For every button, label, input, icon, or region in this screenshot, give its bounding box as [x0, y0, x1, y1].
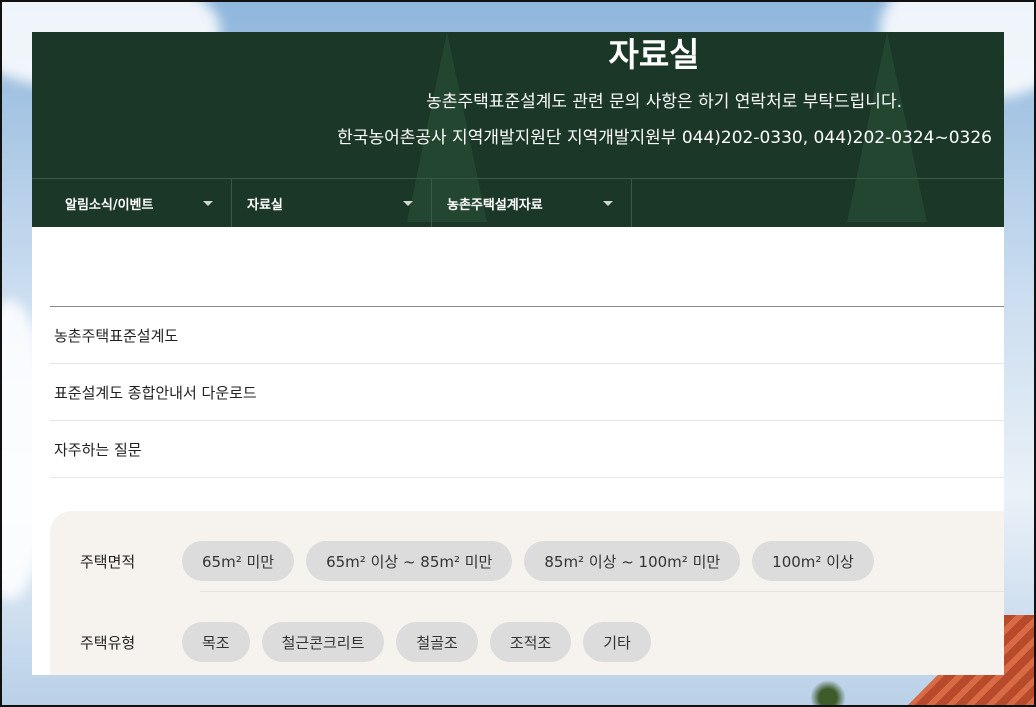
- chevron-down-icon: [603, 200, 613, 206]
- filter-chip-type[interactable]: 철골조: [396, 622, 478, 662]
- content-panel: 자료실 농촌주택표준설계도 관련 문의 사항은 하기 연락처로 부탁드립니다. …: [32, 32, 1004, 675]
- filter-chip-type[interactable]: 철근콘크리트: [261, 622, 385, 662]
- page-title: 자료실: [608, 35, 700, 74]
- chevron-down-icon: [403, 200, 413, 206]
- submenu-item-standard-design[interactable]: 농촌주택표준설계도: [50, 307, 1004, 364]
- filter-divider: [200, 591, 1004, 592]
- filter-panel: 주택면적 65m² 미만 65m² 이상 ~ 85m² 미만 85m² 이상 ~…: [50, 511, 1004, 675]
- nav-dropdown-label: 알림소식/이벤트: [65, 197, 154, 213]
- submenu-list: 농촌주택표준설계도 표준설계도 종합안내서 다운로드 자주하는 질문: [50, 306, 1004, 478]
- hero-notice-text: 농촌주택표준설계도 관련 문의 사항은 하기 연락처로 부탁드립니다.: [426, 92, 902, 112]
- filter-chip-area[interactable]: 100m² 이상: [752, 541, 874, 581]
- filter-chip-type[interactable]: 기타: [583, 622, 651, 662]
- submenu-item-guide-download[interactable]: 표준설계도 종합안내서 다운로드: [50, 364, 1004, 421]
- hero-banner: 자료실 농촌주택표준설계도 관련 문의 사항은 하기 연락처로 부탁드립니다. …: [32, 32, 1004, 227]
- background-plant: [808, 676, 848, 707]
- hero-contact-text: 한국농어촌공사 지역개발지원단 지역개발지원부 044)202-0330, 04…: [337, 128, 992, 148]
- nav-dropdown-archive[interactable]: 자료실: [232, 179, 432, 227]
- filter-row-type: 주택유형 목조 철근콘크리트 철골조 조적조 기타: [50, 611, 1004, 673]
- filter-chip-area[interactable]: 85m² 이상 ~ 100m² 미만: [524, 541, 741, 581]
- filter-label-type: 주택유형: [80, 633, 136, 652]
- filter-chip-type[interactable]: 목조: [182, 622, 250, 662]
- filter-label-area: 주택면적: [80, 552, 136, 571]
- filter-chip-area[interactable]: 65m² 이상 ~ 85m² 미만: [306, 541, 513, 581]
- nav-dropdown-label: 자료실: [247, 197, 283, 213]
- nav-dropdown-design[interactable]: 농촌주택설계자료: [432, 179, 632, 227]
- filter-row-area: 주택면적 65m² 미만 65m² 이상 ~ 85m² 미만 85m² 이상 ~…: [50, 530, 1004, 592]
- chevron-down-icon: [203, 200, 213, 206]
- filter-chip-type[interactable]: 조적조: [489, 622, 572, 662]
- nav-dropdown-label: 농촌주택설계자료: [447, 197, 543, 213]
- submenu-item-faq[interactable]: 자주하는 질문: [50, 421, 1004, 478]
- breadcrumb-nav: 알림소식/이벤트 자료실 농촌주택설계자료: [32, 178, 1004, 227]
- nav-dropdown-news[interactable]: 알림소식/이벤트: [32, 179, 232, 227]
- filter-chip-area[interactable]: 65m² 미만: [182, 541, 295, 581]
